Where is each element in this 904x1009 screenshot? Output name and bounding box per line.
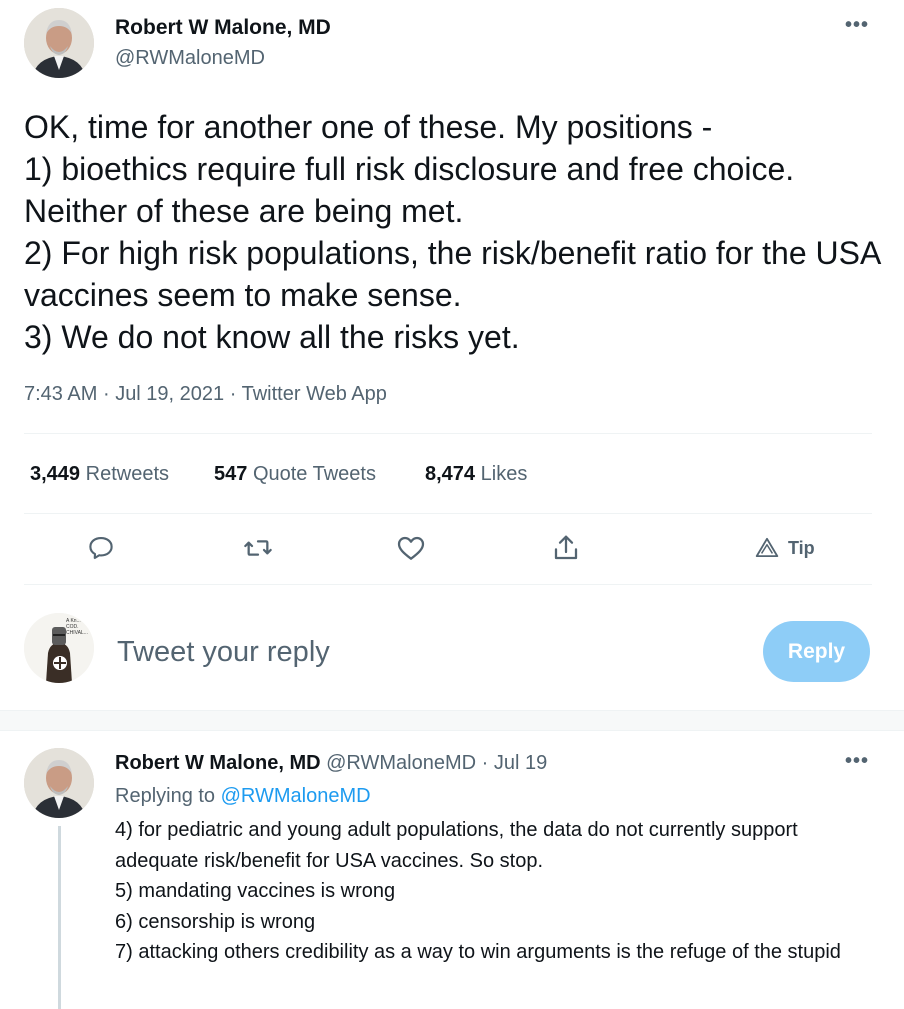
more-options-icon[interactable]: ••• (845, 14, 869, 37)
retweets-stat[interactable]: 3,449 Retweets (30, 463, 169, 486)
reply-more-options-icon[interactable]: ••• (845, 750, 869, 773)
divider (24, 433, 872, 434)
author-avatar-image (24, 8, 94, 78)
meta-separator: · (229, 383, 237, 405)
quote-tweets-label: Quote Tweets (252, 463, 376, 485)
reply-header: Robert W Malone, MD @RWMaloneMD · Jul 19 (115, 752, 547, 775)
like-action-button[interactable] (391, 528, 431, 568)
reply-tweet-text: 4) for pediatric and young adult populat… (115, 819, 841, 963)
tweet-meta: 7:43 AM · Jul 19, 2021 · Twitter Web App (24, 383, 387, 406)
reply-action-button[interactable] (81, 528, 121, 568)
share-action-button[interactable] (546, 528, 586, 568)
reply-date[interactable]: Jul 19 (494, 752, 547, 774)
thread-line (58, 826, 61, 1009)
section-separator (0, 710, 904, 731)
tip-label: Tip (788, 537, 815, 558)
reply-author-avatar-image (24, 748, 94, 818)
reply-author-avatar[interactable] (24, 748, 94, 818)
retweet-action-button[interactable] (238, 528, 278, 568)
replying-to-handle[interactable]: @RWMaloneMD (221, 785, 371, 807)
retweets-label: Retweets (85, 463, 169, 485)
avatar-caption: A Kn... COD. CHIVAL... (66, 618, 88, 636)
author-name[interactable]: Robert W Malone, MD (115, 16, 331, 40)
quote-tweets-stat[interactable]: 547 Quote Tweets (214, 463, 376, 486)
quote-tweets-count: 547 (214, 463, 248, 485)
meta-separator: · (102, 383, 110, 405)
author-handle[interactable]: @RWMaloneMD (115, 47, 265, 70)
likes-label: Likes (480, 463, 528, 485)
replying-to-label: Replying to (115, 785, 216, 807)
reply-author-handle[interactable]: @RWMaloneMD (326, 752, 476, 774)
reply-button[interactable]: Reply (763, 621, 870, 682)
likes-count: 8,474 (425, 463, 476, 485)
tip-icon (755, 537, 779, 558)
retweet-icon (244, 540, 272, 556)
retweets-count: 3,449 (30, 463, 81, 485)
divider (24, 584, 872, 585)
share-icon (554, 535, 578, 560)
likes-stat[interactable]: 8,474 Likes (425, 463, 527, 486)
replying-to: Replying to @RWMaloneMD (115, 785, 371, 808)
divider (24, 513, 872, 514)
tweet-text: OK, time for another one of these. My po… (24, 109, 880, 355)
tweet-source[interactable]: Twitter Web App (242, 383, 387, 405)
tweet-date[interactable]: Jul 19, 2021 (115, 383, 224, 405)
tip-action-button[interactable]: Tip (754, 535, 815, 561)
reply-input[interactable]: Tweet your reply (117, 636, 330, 669)
reply-author-name[interactable]: Robert W Malone, MD (115, 752, 321, 774)
author-avatar[interactable] (24, 8, 94, 78)
reply-icon (89, 536, 113, 560)
header-separator: · (481, 752, 489, 774)
like-icon (397, 536, 425, 560)
tweet-time[interactable]: 7:43 AM (24, 383, 97, 405)
